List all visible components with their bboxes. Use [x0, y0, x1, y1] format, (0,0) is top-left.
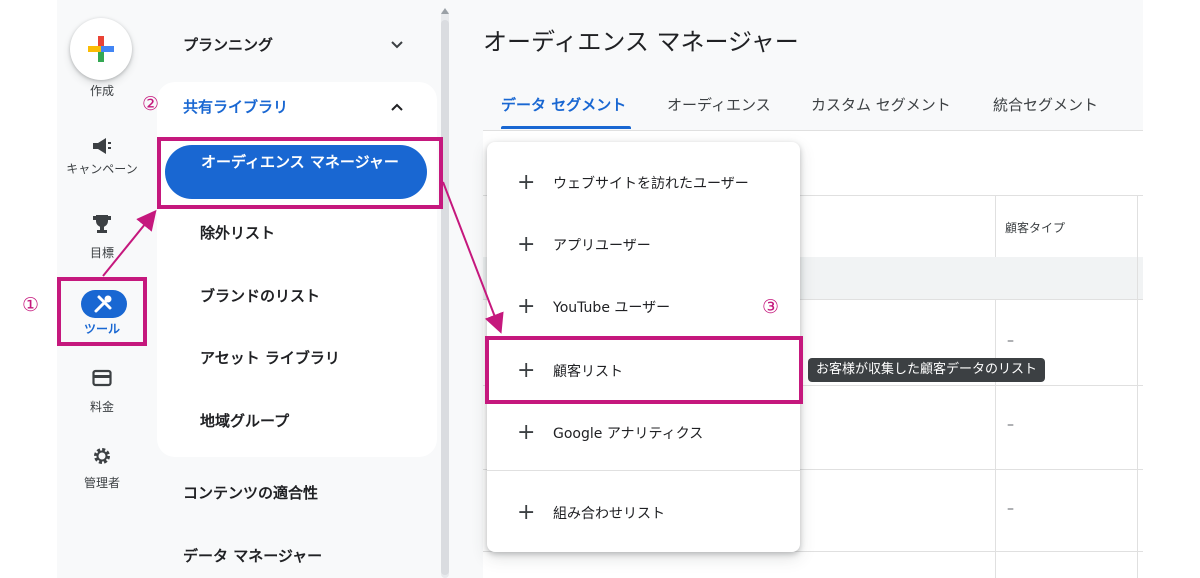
scroll-up-arrow-icon[interactable] [441, 8, 449, 14]
table-cell: – [1007, 501, 1014, 517]
step-2-marker: ② [142, 93, 160, 115]
menu-divider [487, 470, 800, 471]
tab-combined-segments[interactable]: 統合セグメント [993, 94, 1098, 115]
tab-data-segments[interactable]: データ セグメント [501, 94, 626, 115]
create-label: 作成 [89, 84, 114, 98]
step-1-marker: ① [22, 294, 40, 316]
plus-icon: + [517, 294, 536, 319]
nav-asset-library[interactable]: アセット ライブラリ [200, 347, 340, 368]
billing-label: 料金 [89, 400, 114, 414]
plus-icon: + [517, 420, 536, 445]
menu-item-combined-list[interactable]: + 組み合わせリスト [487, 482, 800, 544]
chevron-up-icon[interactable] [389, 99, 405, 115]
nav-shared-library[interactable]: 共有ライブラリ [183, 96, 288, 117]
nav-data-manager[interactable]: データ マネージャー [183, 545, 322, 566]
highlight-audience-manager [157, 137, 443, 209]
plus-icon [88, 36, 114, 62]
active-tab-underline [501, 126, 631, 129]
campaign-label: キャンペーン [66, 162, 138, 176]
highlight-customer-list [485, 336, 803, 404]
nav-exclusion-lists[interactable]: 除外リスト [200, 222, 275, 243]
plus-icon: + [517, 170, 536, 195]
trophy-icon[interactable] [87, 212, 117, 236]
customer-list-tooltip: お客様が収集した顧客データのリスト [808, 358, 1046, 382]
gear-icon[interactable] [87, 444, 117, 468]
menu-item-youtube-users[interactable]: + YouTube ユーザー [487, 276, 800, 338]
chevron-down-icon[interactable] [389, 37, 405, 53]
plus-icon: + [517, 500, 536, 525]
create-button[interactable] [70, 18, 132, 80]
tab-audiences[interactable]: オーディエンス [667, 94, 771, 115]
step-3-marker: ③ [762, 296, 780, 318]
menu-item-website-visitors[interactable]: + ウェブサイトを訪れたユーザー [487, 152, 800, 214]
goals-label: 目標 [89, 246, 114, 260]
column-header-customer-type[interactable]: 顧客タイプ [1005, 219, 1065, 236]
tab-custom-segments[interactable]: カスタム セグメント [811, 94, 951, 115]
nav-planning[interactable]: プランニング [183, 34, 273, 55]
highlight-tools [57, 277, 147, 346]
nav-content-suitability[interactable]: コンテンツの適合性 [183, 482, 318, 503]
tools-nav-panel: プランニング 共有ライブラリ オーディエンス マネージャー 除外リスト ブランド… [157, 0, 437, 578]
plus-icon: + [517, 232, 536, 257]
page-title: オーディエンス マネージャー [483, 28, 799, 56]
admin-label: 管理者 [83, 476, 120, 490]
nav-location-groups[interactable]: 地域グループ [200, 410, 289, 431]
megaphone-icon[interactable] [87, 134, 117, 158]
menu-item-google-analytics[interactable]: + Google アナリティクス [487, 402, 800, 464]
table-cell: – [1007, 333, 1014, 349]
nav-brand-lists[interactable]: ブランドのリスト [200, 285, 320, 306]
menu-item-app-users[interactable]: + アプリユーザー [487, 214, 800, 276]
table-cell: – [1007, 417, 1014, 433]
nav-scrollbar-thumb[interactable] [441, 20, 449, 575]
card-icon[interactable] [87, 366, 117, 390]
